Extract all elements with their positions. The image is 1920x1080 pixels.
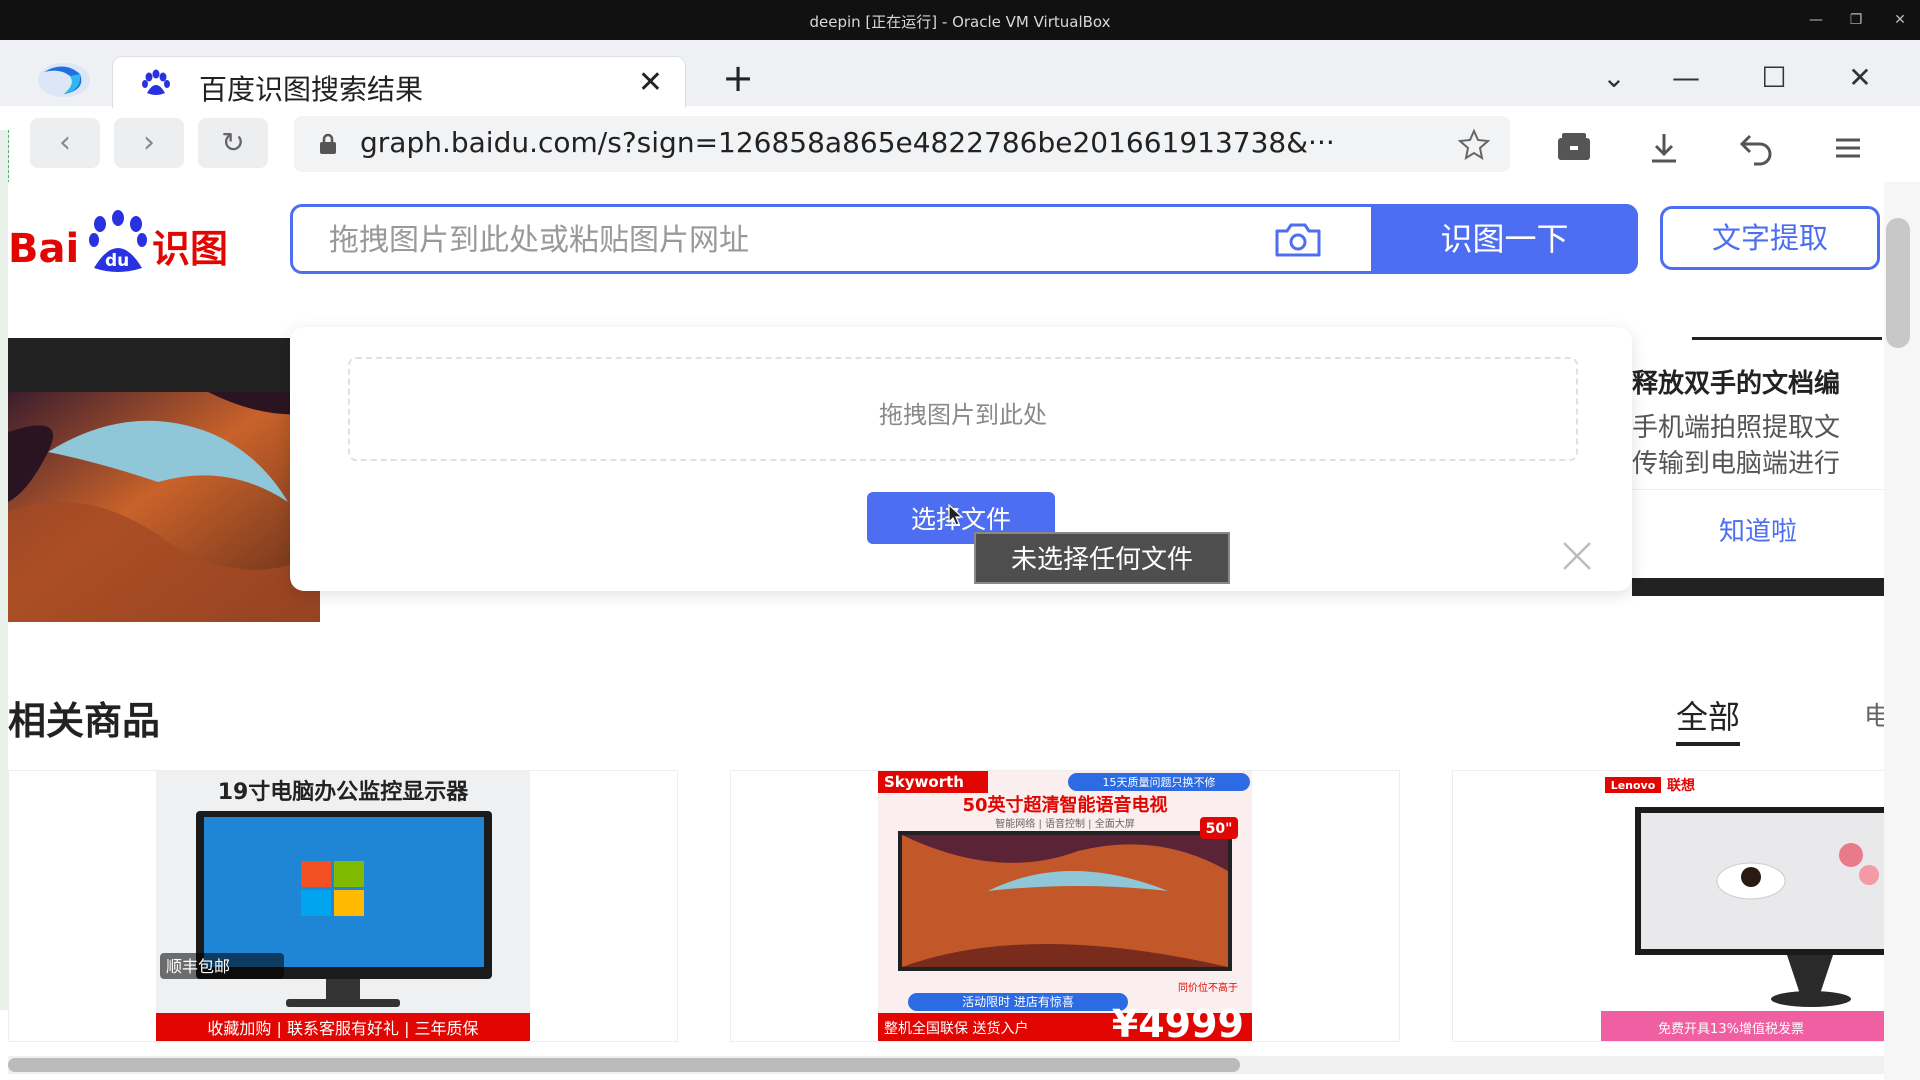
tab-list-chevron-icon[interactable]: ⌄: [1594, 58, 1634, 98]
undo-icon[interactable]: [1736, 128, 1776, 168]
related-products-title: 相关商品: [8, 699, 161, 743]
vbox-restore-icon[interactable]: ❐: [1843, 8, 1869, 32]
product-subline: 智能网络 | 语音控制 | 全面大屏: [995, 817, 1134, 830]
popup-close-icon[interactable]: [1560, 539, 1594, 573]
horizontal-scrollbar[interactable]: [8, 1056, 1884, 1074]
vbox-close-icon[interactable]: ✕: [1887, 8, 1913, 32]
upload-popup: 拖拽图片到此处 选择文件: [290, 327, 1632, 591]
text-extract-button[interactable]: 文字提取: [1660, 206, 1880, 270]
tab-more[interactable]: 电: [1864, 696, 1884, 733]
product-card[interactable]: 19寸电脑办公监控显示器 顺丰包邮 收藏加购 | 联系客服有好礼 | 三年质保: [8, 770, 678, 1042]
tab-close-icon[interactable]: ✕: [638, 65, 663, 100]
camera-icon[interactable]: [1273, 219, 1323, 259]
vbox-window-title: deepin [正在运行] - Oracle VM VirtualBox: [809, 13, 1111, 31]
svg-text:du: du: [105, 251, 129, 271]
tip-ok-button[interactable]: 知道啦: [1632, 511, 1884, 548]
guest-screen: 百度识图搜索结果 ✕ + ⌄ — ☐ ✕ ‹ › ↻ graph.baidu.c…: [0, 40, 1920, 1080]
browser-minimize-icon[interactable]: —: [1666, 58, 1706, 98]
browser-toolbar: ‹ › ↻ graph.baidu.com/s?sign=126858a865e…: [0, 108, 1920, 183]
product-footer: 整机全国联保 送货入户: [884, 1020, 1028, 1037]
vbox-titlebar: deepin [正在运行] - Oracle VM VirtualBox — ❐…: [0, 0, 1920, 40]
tab-baidu-image-search[interactable]: 百度识图搜索结果 ✕: [112, 56, 686, 109]
product-price: ¥4999: [1112, 1002, 1244, 1041]
svg-text:识图: 识图: [152, 227, 228, 271]
download-icon[interactable]: [1644, 128, 1684, 168]
lock-icon: [320, 133, 336, 154]
product-headline: 19寸电脑办公监控显示器: [218, 779, 470, 805]
drop-zone-text: 拖拽图片到此处: [879, 401, 1047, 429]
drop-zone[interactable]: 拖拽图片到此处: [348, 357, 1578, 461]
back-icon[interactable]: ‹: [30, 118, 100, 168]
product-headline: 50英寸超清智能语音电视: [962, 794, 1167, 816]
product-banner: 活动限时 进店有惊喜: [962, 994, 1074, 1009]
product-badge: 顺丰包邮: [166, 957, 230, 976]
image-search-box: 识图一下: [290, 204, 1638, 274]
product-card[interactable]: Skyworth 15天质量问题只换不修 50英寸超清智能语音电视 智能网络 |…: [730, 770, 1400, 1042]
browser-maximize-icon[interactable]: ☐: [1754, 58, 1794, 98]
baidu-shitu-logo[interactable]: Bai du 识图: [8, 210, 248, 276]
vbox-minimize-icon[interactable]: —: [1803, 8, 1829, 32]
hero-dark-bar: [8, 338, 290, 398]
baidu-paw-icon: [142, 69, 170, 95]
forward-icon[interactable]: ›: [114, 118, 184, 168]
product-card[interactable]: Lenovo 联想 免费开具13%增值税发票: [1452, 770, 1884, 1042]
reload-icon[interactable]: ↻: [198, 118, 268, 168]
mouse-cursor-icon: [948, 504, 964, 526]
browser-logo-icon[interactable]: [34, 60, 90, 100]
tip-bottom-bar: [1632, 578, 1884, 596]
product-brand: Skyworth: [884, 773, 964, 791]
hero-canyon-image[interactable]: [8, 392, 320, 622]
tab-all[interactable]: 全部: [1676, 692, 1741, 746]
address-bar[interactable]: graph.baidu.com/s?sign=126858a865e482278…: [294, 116, 1510, 172]
product-image-monitor[interactable]: 19寸电脑办公监控显示器 顺丰包邮 收藏加购 | 联系客服有好礼 | 三年质保: [156, 771, 530, 1041]
collections-icon[interactable]: [1554, 128, 1594, 168]
new-tab-icon[interactable]: +: [720, 58, 756, 98]
product-footer: 收藏加购 | 联系客服有好礼 | 三年质保: [207, 1019, 478, 1038]
bookmark-star-icon[interactable]: [1458, 128, 1490, 160]
product-brand: Lenovo: [1611, 779, 1656, 792]
svg-text:Bai: Bai: [8, 226, 79, 272]
tip-line-1: 手机端拍照提取文: [1632, 413, 1841, 443]
tip-top-line: [1692, 337, 1882, 340]
no-file-tooltip: 未选择任何文件: [974, 532, 1230, 584]
tip-divider: [1632, 489, 1884, 490]
product-price-note: 同价位不高于: [1178, 981, 1238, 994]
product-image-lenovo-monitor[interactable]: Lenovo 联想 免费开具13%增值税发票: [1601, 771, 1884, 1041]
product-image-tv[interactable]: Skyworth 15天质量问题只换不修 50英寸超清智能语音电视 智能网络 |…: [878, 771, 1252, 1041]
tip-title: 释放双手的文档编: [1632, 369, 1841, 399]
browser-close-icon[interactable]: ✕: [1840, 58, 1880, 98]
tab-title: 百度识图搜索结果: [199, 73, 424, 106]
product-top-badge: 15天质量问题只换不修: [1103, 775, 1216, 789]
product-footer: 免费开具13%增值税发票: [1658, 1021, 1804, 1037]
horizontal-scrollbar-thumb[interactable]: [8, 1058, 1240, 1072]
feature-tip-card: 释放双手的文档编 手机端拍照提取文 传输到电脑端进行 知道啦: [1632, 337, 1884, 577]
vertical-scrollbar-thumb[interactable]: [1886, 218, 1910, 348]
vertical-scrollbar[interactable]: [1884, 182, 1920, 1080]
url-text[interactable]: graph.baidu.com/s?sign=126858a865e482278…: [360, 126, 1440, 159]
search-button[interactable]: 识图一下: [1371, 204, 1638, 274]
product-size-badge: 50": [1206, 821, 1233, 837]
browser-tabbar: 百度识图搜索结果 ✕ + ⌄ — ☐ ✕: [0, 40, 1920, 109]
tip-line-2: 传输到电脑端进行: [1632, 449, 1841, 479]
product-brand-cn: 联想: [1667, 777, 1695, 794]
search-input[interactable]: [327, 217, 1231, 263]
menu-icon[interactable]: [1828, 128, 1868, 168]
web-page: Bai du 识图 识图一下 文字提取: [8, 182, 1884, 1080]
